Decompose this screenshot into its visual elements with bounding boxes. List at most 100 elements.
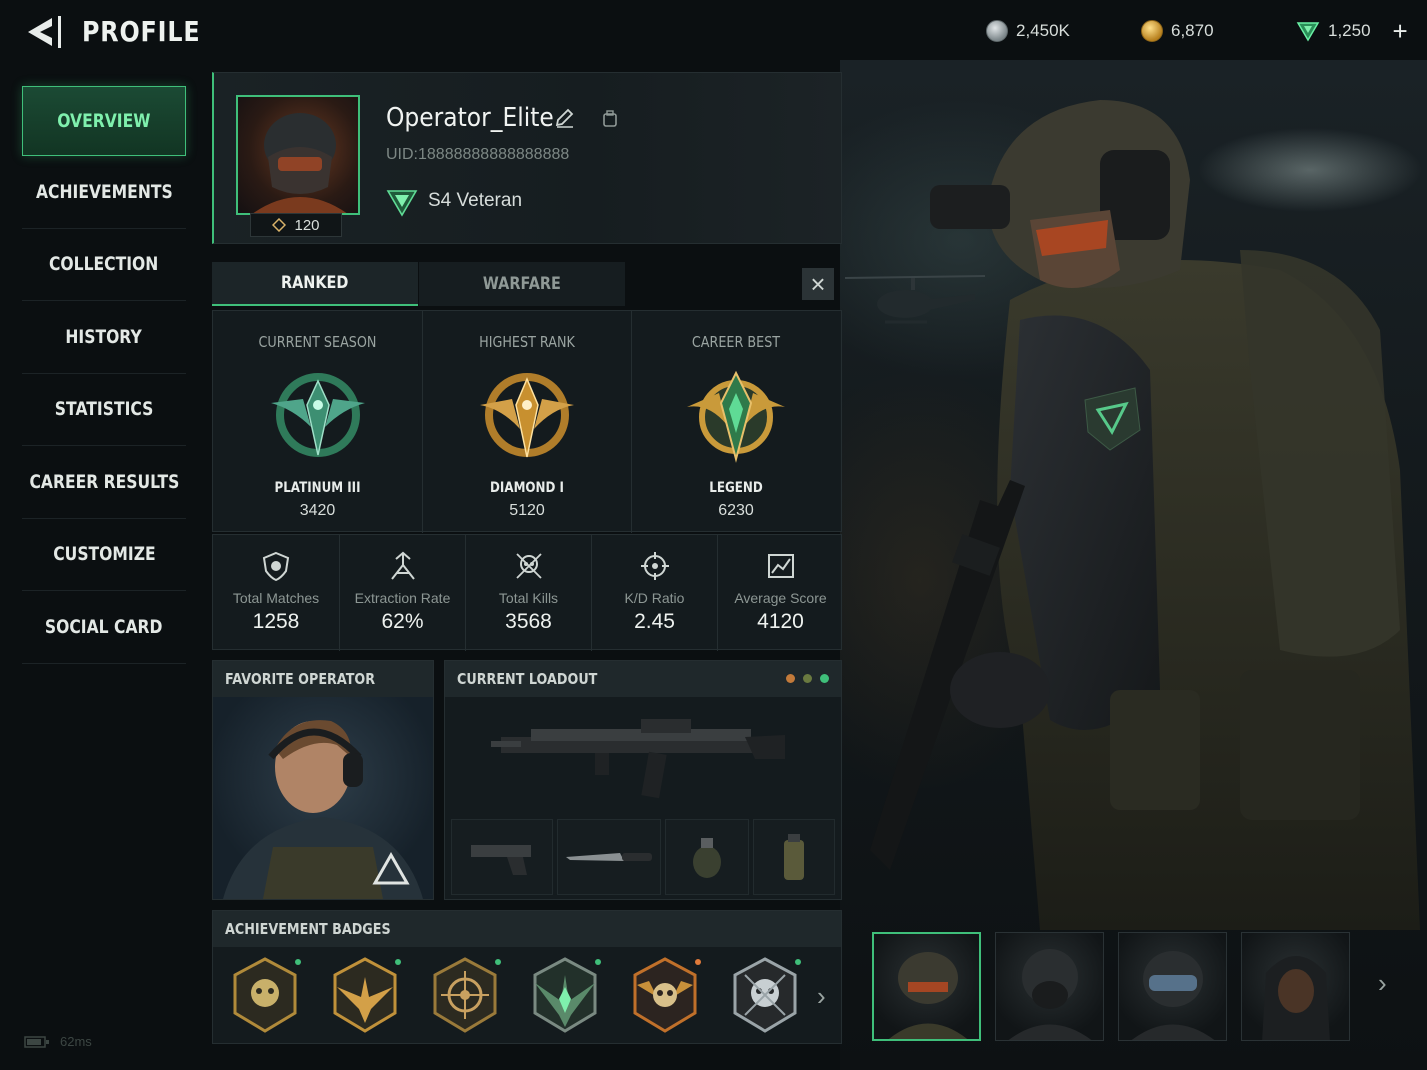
grenade-icon bbox=[693, 838, 721, 878]
mode-tabs: RANKED WARFARE × bbox=[212, 262, 842, 308]
tab-warfare[interactable]: WARFARE bbox=[419, 262, 625, 306]
skull-wings-badge-icon[interactable] bbox=[631, 957, 701, 1033]
status-footer: 62ms bbox=[24, 1034, 92, 1049]
stat-label: Extraction Rate bbox=[354, 590, 451, 606]
silver-skull-badge-icon[interactable] bbox=[731, 957, 801, 1033]
knife-icon bbox=[566, 853, 652, 861]
stat-value: 62% bbox=[381, 610, 424, 633]
sidebar-item-label: SOCIAL CARD bbox=[45, 615, 163, 638]
sidebar-item-label: ACHIEVEMENTS bbox=[35, 180, 173, 203]
back-arrow-icon[interactable] bbox=[22, 14, 66, 50]
stat-label: K/D Ratio bbox=[624, 590, 685, 606]
skull-icon bbox=[515, 553, 542, 579]
eagle-badge-icon[interactable] bbox=[331, 957, 401, 1033]
sidebar-item-statistics[interactable]: STATISTICS bbox=[22, 374, 186, 446]
sidebar-item-overview[interactable]: OVERVIEW bbox=[22, 86, 186, 156]
operator-portrait bbox=[1131, 951, 1215, 1040]
tab-ranked[interactable]: RANKED bbox=[212, 262, 418, 306]
pistol-icon bbox=[471, 845, 531, 875]
slot-canister[interactable] bbox=[753, 819, 835, 895]
operator-portrait bbox=[1008, 949, 1092, 1040]
stat-average-score: Average Score 4120 bbox=[717, 535, 843, 651]
level-diamond-icon bbox=[272, 218, 287, 232]
page-dot[interactable] bbox=[803, 674, 812, 683]
stats-strip: Total Matches 1258 Extraction Rate 62% T… bbox=[212, 534, 843, 651]
badge-new-dot bbox=[595, 959, 601, 965]
legend-emblem-icon bbox=[687, 370, 785, 463]
rank-career-best: CAREER BEST LEGEND 6230 bbox=[631, 311, 840, 533]
slot-pistol[interactable] bbox=[451, 819, 553, 895]
sidebar-item-label: OVERVIEW bbox=[57, 110, 151, 132]
sidebar-item-achievements[interactable]: ACHIEVEMENTS bbox=[22, 156, 186, 229]
sidebar-item-label: CAREER RESULTS bbox=[29, 470, 179, 493]
edit-icon[interactable] bbox=[554, 107, 576, 129]
section-title: ACHIEVEMENT BADGES bbox=[225, 920, 391, 938]
stat-label: Total Matches bbox=[232, 590, 320, 606]
silver-amount: 2,450K bbox=[1016, 21, 1070, 40]
sidebar-item-collection[interactable]: COLLECTION bbox=[22, 229, 186, 301]
diamond-emblem-icon bbox=[480, 373, 574, 458]
sidebar-item-label: CUSTOMIZE bbox=[52, 543, 156, 566]
extraction-icon bbox=[390, 551, 415, 580]
crosshair-icon bbox=[640, 552, 669, 580]
rank-heading: CAREER BEST bbox=[691, 333, 781, 351]
stat-value: 1258 bbox=[252, 610, 300, 633]
stat-extraction-rate: Extraction Rate 62% bbox=[339, 535, 465, 651]
slot-grenade[interactable] bbox=[665, 819, 749, 895]
currency-gold: 6,870 bbox=[1141, 20, 1214, 42]
operator-portrait bbox=[888, 952, 968, 1039]
operator-thumb[interactable] bbox=[1118, 932, 1227, 1041]
wings-badge-icon[interactable] bbox=[531, 957, 601, 1033]
badges-next-arrow-icon[interactable]: › bbox=[817, 981, 826, 1012]
add-currency-button[interactable]: + bbox=[1393, 18, 1408, 44]
operators-next-arrow-icon[interactable]: › bbox=[1378, 968, 1387, 999]
secondary-slots bbox=[451, 819, 837, 895]
page-dot[interactable] bbox=[820, 674, 829, 683]
primary-rifle-icon[interactable] bbox=[445, 697, 841, 811]
achievement-badges-card: ACHIEVEMENT BADGES › bbox=[212, 910, 842, 1044]
sidebar-item-history[interactable]: HISTORY bbox=[22, 301, 186, 374]
currency-silver: 2,450K bbox=[986, 20, 1070, 42]
operator-thumb[interactable] bbox=[995, 932, 1104, 1041]
operator-portrait bbox=[1262, 956, 1330, 1040]
canister-icon bbox=[784, 834, 804, 880]
player-avatar[interactable] bbox=[236, 95, 360, 215]
badge-list bbox=[231, 957, 801, 1033]
ping-readout: 62ms bbox=[60, 1034, 92, 1049]
operator-thumb[interactable] bbox=[872, 932, 981, 1041]
stat-total-matches: Total Matches 1258 bbox=[213, 535, 339, 651]
favorite-operator-card[interactable]: FAVORITE OPERATOR bbox=[212, 660, 434, 900]
page-title: PROFILE bbox=[82, 15, 201, 48]
target-badge-icon[interactable] bbox=[431, 957, 501, 1033]
badge-new-dot bbox=[795, 959, 801, 965]
stat-label: Total Kills bbox=[498, 590, 559, 606]
rank-heading: HIGHEST RANK bbox=[479, 333, 575, 351]
profile-card: 120 Operator_Elite UID:18888888888888888… bbox=[212, 72, 842, 244]
sidebar-item-social-card[interactable]: SOCIAL CARD bbox=[22, 591, 186, 664]
sidebar-item-career-results[interactable]: CAREER RESULTS bbox=[22, 446, 186, 519]
rank-score: 6230 bbox=[718, 502, 754, 519]
loadout-page-dots bbox=[786, 674, 829, 683]
soldier-character-art bbox=[870, 100, 1420, 930]
copy-icon[interactable] bbox=[600, 109, 620, 129]
section-title: CURRENT LOADOUT bbox=[457, 670, 598, 688]
sidebar-item-customize[interactable]: CUSTOMIZE bbox=[22, 519, 186, 591]
skull-badge-icon[interactable] bbox=[231, 957, 301, 1033]
gold-amount: 6,870 bbox=[1171, 21, 1214, 40]
section-header: ACHIEVEMENT BADGES bbox=[213, 911, 841, 947]
slot-knife[interactable] bbox=[557, 819, 661, 895]
rank-score: 3420 bbox=[299, 502, 336, 519]
battery-icon bbox=[24, 1035, 49, 1048]
sidebar-item-label: STATISTICS bbox=[54, 398, 154, 421]
tab-label: WARFARE bbox=[482, 274, 561, 294]
stat-label: Average Score bbox=[734, 590, 827, 606]
page-dot[interactable] bbox=[786, 674, 795, 683]
close-button[interactable]: × bbox=[802, 268, 834, 300]
stat-value: 4120 bbox=[757, 610, 804, 633]
sidebar-item-label: COLLECTION bbox=[49, 253, 159, 276]
chart-icon bbox=[767, 554, 794, 578]
operator-thumb[interactable] bbox=[1241, 932, 1350, 1041]
stat-value: 3568 bbox=[505, 610, 552, 633]
veteran-rank-icon bbox=[386, 190, 418, 217]
tab-label: RANKED bbox=[281, 273, 349, 293]
